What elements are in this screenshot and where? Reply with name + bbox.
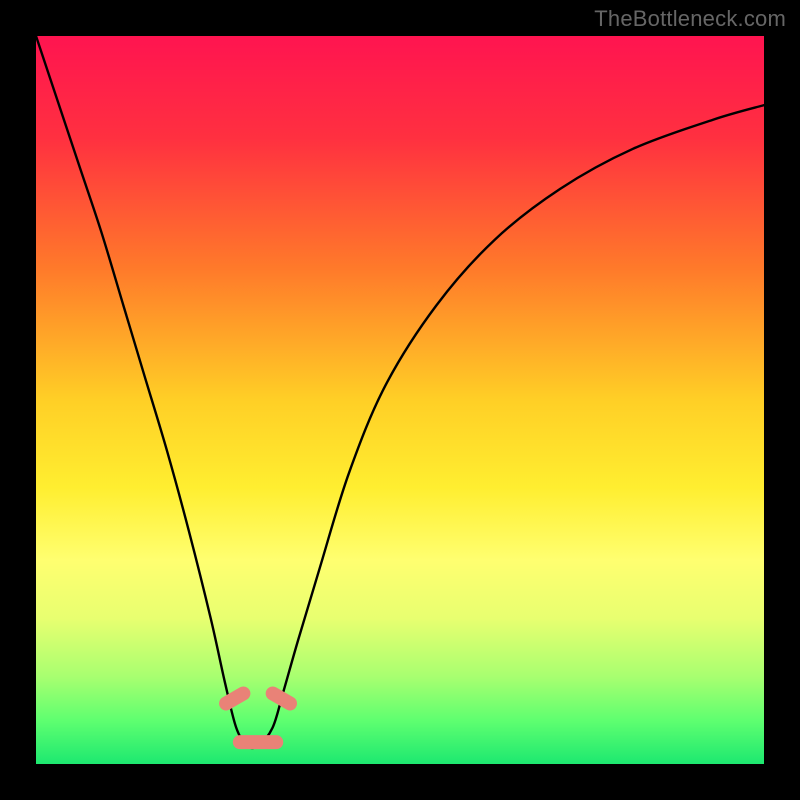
chart-frame: TheBottleneck.com	[0, 0, 800, 800]
plot-area	[36, 36, 764, 764]
gradient-backdrop	[36, 36, 764, 764]
chart-svg	[36, 36, 764, 764]
site-watermark: TheBottleneck.com	[594, 6, 786, 32]
